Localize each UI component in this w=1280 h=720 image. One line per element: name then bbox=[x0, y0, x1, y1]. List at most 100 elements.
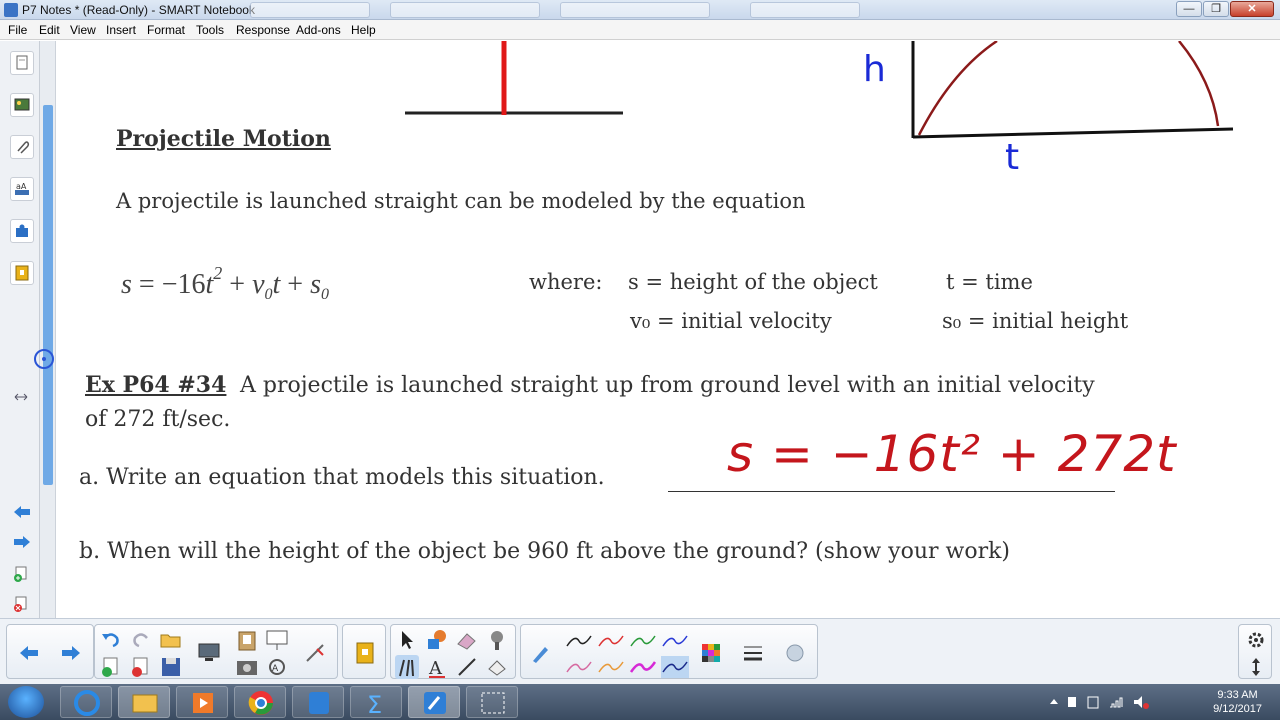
clock-date: 9/12/2017 bbox=[1213, 703, 1262, 715]
menu-insert[interactable]: Insert bbox=[106, 23, 136, 37]
select-tool[interactable] bbox=[395, 628, 419, 652]
lesson-activity-button[interactable] bbox=[353, 641, 377, 665]
taskbar-internet-explorer[interactable] bbox=[60, 686, 112, 718]
background-window-tabs bbox=[250, 2, 1150, 18]
pen-swatch-orange[interactable] bbox=[597, 656, 625, 678]
redo-button[interactable] bbox=[129, 628, 153, 652]
show-hidden-icons-icon[interactable] bbox=[1050, 699, 1058, 704]
response-tab[interactable] bbox=[10, 261, 34, 285]
attachments-tab[interactable] bbox=[10, 135, 34, 159]
taskbar-screen-capture[interactable] bbox=[466, 686, 518, 718]
text-icon: A bbox=[428, 658, 445, 679]
pen-swatch-green[interactable] bbox=[629, 630, 657, 652]
pen-swatch-pink[interactable] bbox=[565, 656, 593, 678]
screen-shade-icon bbox=[266, 630, 288, 650]
motion-equation: s = −16t2 + v0t + s0 bbox=[121, 263, 329, 304]
taskbar-clock[interactable]: 9:33 AM 9/12/2017 bbox=[1213, 688, 1262, 716]
response-icon bbox=[15, 265, 29, 281]
network-icon[interactable] bbox=[1110, 697, 1123, 708]
start-button[interactable] bbox=[8, 686, 44, 718]
action-center-icon[interactable] bbox=[1068, 697, 1076, 707]
pen-swatch-red[interactable] bbox=[597, 630, 625, 652]
menu-add-ons[interactable]: Add-ons bbox=[296, 23, 341, 37]
add-page-icon bbox=[102, 657, 118, 677]
cursor-ring-icon bbox=[34, 349, 54, 369]
menu-file[interactable]: File bbox=[8, 23, 27, 37]
text-tool[interactable]: A bbox=[425, 655, 449, 679]
pens-icon bbox=[399, 659, 414, 677]
shapes-tool[interactable] bbox=[425, 628, 449, 652]
pen-type-button[interactable] bbox=[529, 641, 553, 665]
close-button[interactable]: ✕ bbox=[1230, 1, 1274, 17]
taskbar-cas-calculator[interactable] bbox=[292, 686, 344, 718]
move-toolbar-button[interactable] bbox=[1244, 655, 1268, 679]
eraser-tool[interactable] bbox=[455, 628, 479, 652]
battery-icon[interactable] bbox=[1087, 696, 1099, 709]
gallery-tab[interactable] bbox=[10, 93, 34, 117]
menu-response[interactable]: Response bbox=[236, 23, 290, 37]
paste-button[interactable] bbox=[235, 628, 259, 652]
undo-button[interactable] bbox=[99, 628, 123, 652]
menu-bar: File Edit View Insert Format Tools Respo… bbox=[0, 20, 1280, 40]
example-title: Ex P64 #34 bbox=[85, 372, 227, 398]
menu-tools[interactable]: Tools bbox=[196, 23, 224, 37]
maximize-button[interactable]: ❐ bbox=[1203, 1, 1229, 17]
color-palette-button[interactable] bbox=[699, 641, 723, 665]
navigation-group bbox=[6, 624, 94, 679]
menu-edit[interactable]: Edit bbox=[39, 23, 60, 37]
menu-help[interactable]: Help bbox=[351, 23, 376, 37]
add-page-toolbar-button[interactable] bbox=[99, 655, 123, 679]
response-toolbar-button[interactable] bbox=[303, 641, 327, 665]
fill-tool[interactable] bbox=[485, 655, 509, 679]
add-ons-tab[interactable] bbox=[10, 219, 34, 243]
previous-page-button[interactable] bbox=[10, 501, 34, 525]
next-page-button[interactable] bbox=[10, 531, 34, 555]
delete-page-toolbar-button[interactable] bbox=[129, 655, 153, 679]
taskbar-smart-notebook[interactable] bbox=[408, 686, 460, 718]
taskbar-chrome[interactable] bbox=[234, 686, 286, 718]
example-line-2: of 272 ft/sec. bbox=[85, 407, 231, 432]
resize-handle[interactable] bbox=[10, 386, 34, 410]
eq-subscript: 0 bbox=[321, 286, 329, 303]
screen-capture-button[interactable] bbox=[235, 655, 259, 679]
pen-swatch-magenta[interactable] bbox=[629, 656, 657, 678]
windows-taskbar: Σ 9:33 AM 9/12/2017 bbox=[0, 684, 1280, 720]
volume-icon[interactable] bbox=[1134, 696, 1142, 708]
document-camera-button[interactable]: A bbox=[265, 655, 289, 679]
svg-text:Σ: Σ bbox=[367, 691, 382, 719]
menu-view[interactable]: View bbox=[70, 23, 96, 37]
pen-swatch-dark-blue-selected[interactable] bbox=[661, 656, 689, 678]
save-button[interactable] bbox=[159, 655, 183, 679]
parabola-curve bbox=[917, 41, 1220, 136]
delete-page-button[interactable] bbox=[10, 593, 34, 617]
title-bar: P7 Notes * (Read-Only) - SMART Notebook … bbox=[0, 0, 1280, 20]
properties-tab[interactable]: aA bbox=[10, 177, 34, 201]
menu-format[interactable]: Format bbox=[147, 23, 185, 37]
magic-pen-tool[interactable] bbox=[485, 628, 509, 652]
screen-shade-button[interactable] bbox=[265, 628, 289, 652]
notebook-page-canvas[interactable]: h t Projectile Motion A projectile is la… bbox=[57, 41, 1280, 618]
customize-toolbar-button[interactable] bbox=[1244, 628, 1268, 652]
pen-swatch-black[interactable] bbox=[565, 630, 593, 652]
internet-explorer-icon bbox=[74, 690, 100, 716]
pens-tool[interactable] bbox=[395, 655, 419, 679]
taskbar-media-player[interactable] bbox=[176, 686, 228, 718]
line-style-button[interactable] bbox=[741, 641, 765, 665]
display-screen-button[interactable] bbox=[197, 641, 221, 665]
pen-swatch-blue[interactable] bbox=[661, 630, 689, 652]
taskbar-sigma-app[interactable]: Σ bbox=[350, 686, 402, 719]
forward-button[interactable] bbox=[59, 641, 83, 665]
page-sorter-tab[interactable] bbox=[10, 51, 34, 75]
scrollbar-thumb[interactable] bbox=[43, 105, 53, 485]
minimize-button[interactable]: — bbox=[1176, 1, 1202, 17]
taskbar-file-explorer[interactable] bbox=[118, 686, 170, 718]
answer-blank-line bbox=[668, 491, 1115, 492]
toolbar-settings-group bbox=[1238, 624, 1272, 679]
page-scrollbar[interactable] bbox=[34, 41, 56, 618]
page-sorter-icon bbox=[16, 55, 28, 70]
transparency-button[interactable] bbox=[783, 641, 807, 665]
open-file-button[interactable] bbox=[159, 628, 183, 652]
add-page-button[interactable] bbox=[10, 563, 34, 587]
line-tool[interactable] bbox=[455, 655, 479, 679]
back-button[interactable] bbox=[17, 641, 41, 665]
